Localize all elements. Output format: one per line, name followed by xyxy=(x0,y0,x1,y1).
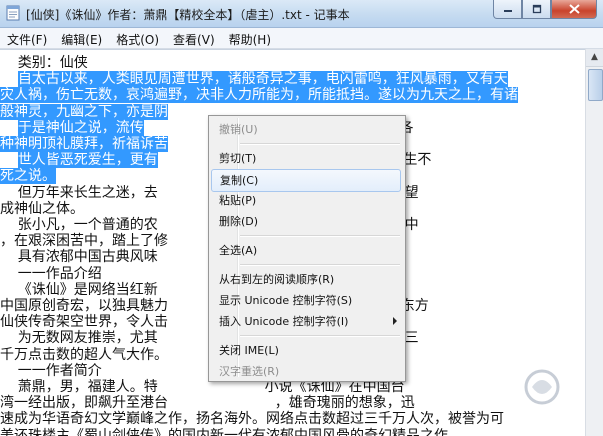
context-menu-item-label: 粘贴(P) xyxy=(219,194,257,207)
context-menu-item[interactable]: 粘贴(P) xyxy=(211,190,401,211)
watermark-logo xyxy=(524,369,560,405)
context-menu-item: 撤销(U) xyxy=(211,119,401,140)
context-menu-item[interactable]: 删除(D) xyxy=(211,211,401,232)
notepad-icon xyxy=(6,5,20,21)
context-menu-item[interactable]: 剪切(T) xyxy=(211,148,401,169)
close-button[interactable] xyxy=(551,0,597,19)
minimize-button[interactable] xyxy=(493,0,522,19)
menu-file[interactable]: 文件(F) xyxy=(0,28,54,48)
maximize-icon xyxy=(532,4,541,14)
maximize-button[interactable] xyxy=(522,0,551,19)
window-controls xyxy=(493,0,597,19)
context-menu-item-label: 复制(C) xyxy=(220,174,259,187)
menu-separator xyxy=(240,335,400,337)
context-menu-item: 汉字重选(R) xyxy=(211,361,401,382)
context-menu-item-label: 剪切(T) xyxy=(219,152,257,165)
menu-separator xyxy=(240,143,400,145)
scroll-thumb[interactable] xyxy=(588,69,603,101)
menu-view[interactable]: 查看(V) xyxy=(166,28,222,48)
menu-separator xyxy=(240,235,400,237)
text-line: 美还珠楼主《蜀山剑侠传》的国内新一代有浓郁中国风骨的奇幻精品之作。 xyxy=(0,426,462,436)
context-menu-item-label: 撤销(U) xyxy=(219,123,258,136)
context-menu-item-label: 全选(A) xyxy=(219,244,258,257)
context-menu-item-label: 显示 Unicode 控制字符(S) xyxy=(219,294,353,307)
close-icon xyxy=(568,4,580,14)
context-menu-item-label: 从右到左的阅读顺序(R) xyxy=(219,273,335,286)
context-menu-item[interactable]: 全选(A) xyxy=(211,240,401,261)
line-text: 美还珠楼主《蜀山剑侠传》的国内新一代有浓郁中国风骨的奇幻精品之作。 xyxy=(0,427,462,436)
menu-format[interactable]: 格式(O) xyxy=(109,28,166,48)
context-menu-item[interactable]: 从右到左的阅读顺序(R) xyxy=(211,269,401,290)
context-menu-item-label: 关闭 IME(L) xyxy=(219,344,279,357)
menu-separator xyxy=(240,264,400,266)
vertical-scrollbar[interactable]: ▲ xyxy=(585,49,603,436)
window-title: [仙侠]《诛仙》作者：萧鼎【精校全本】（虐主）.txt - 记事本 xyxy=(26,8,350,22)
notepad-window: [仙侠]《诛仙》作者：萧鼎【精校全本】（虐主）.txt - 记事本 文件(F) … xyxy=(0,0,603,436)
scroll-up-arrow-icon[interactable]: ▲ xyxy=(586,49,603,67)
title-bar[interactable]: [仙侠]《诛仙》作者：萧鼎【精校全本】（虐主）.txt - 记事本 xyxy=(0,0,603,28)
context-menu-item[interactable]: 关闭 IME(L) xyxy=(211,340,401,361)
context-menu-item-label: 汉字重选(R) xyxy=(219,365,280,378)
context-menu-item[interactable]: 显示 Unicode 控制字符(S) xyxy=(211,290,401,311)
minimize-icon xyxy=(503,10,512,12)
context-menu-item[interactable]: 插入 Unicode 控制字符(I) xyxy=(211,311,401,332)
menu-edit[interactable]: 编辑(E) xyxy=(54,28,109,48)
context-menu-item[interactable]: 复制(C) xyxy=(211,169,401,192)
submenu-arrow-icon xyxy=(393,317,397,325)
context-menu: 撤销(U) 剪切(T) 复制(C) 粘贴(P) 删除(D) 全选(A) 从右到左的阅读顺序(… xyxy=(208,115,406,382)
menu-bar: 文件(F) 编辑(E) 格式(O) 查看(V) 帮助(H) xyxy=(0,28,603,49)
menu-help[interactable]: 帮助(H) xyxy=(222,28,278,48)
context-menu-item-label: 插入 Unicode 控制字符(I) xyxy=(219,315,349,328)
context-menu-item-label: 删除(D) xyxy=(219,215,259,228)
